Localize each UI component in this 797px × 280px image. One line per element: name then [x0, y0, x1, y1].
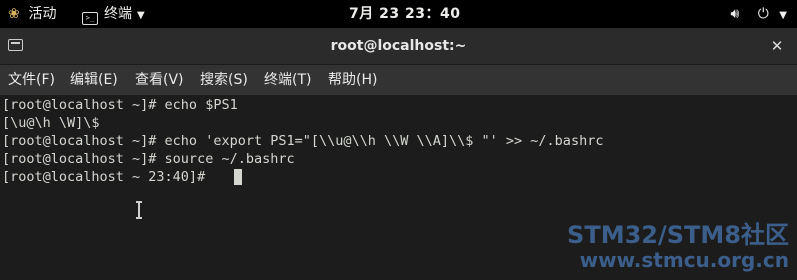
menu-bar: 文件(F) 编辑(E) 查看(V) 搜索(S) 终端(T) 帮助(H) [0, 65, 797, 95]
gnome-foot-icon: ❀ [8, 6, 20, 22]
terminal-line: [\u@\h \W]\$ [2, 115, 100, 131]
volume-icon: 🔊︎ [730, 6, 740, 22]
terminal-line: [root@localhost ~]# echo $PS1 [2, 97, 238, 113]
menu-edit[interactable]: 编辑(E) [70, 65, 118, 95]
dropdown-icon: ▼ [779, 10, 787, 21]
chevron-down-icon: ▼ [137, 10, 145, 21]
status-menu[interactable]: 🔊︎ ⏻ ▼ [716, 0, 787, 28]
activities-button[interactable]: ❀ 活动 [8, 0, 56, 28]
close-window-button[interactable]: ✕ [767, 36, 787, 56]
watermark: STM32/STM8社区 www.stmcu.org.cn [567, 222, 789, 272]
terminal-line: [root@localhost ~]# echo 'export PS1="[\… [2, 133, 604, 149]
mouse-ibeam-icon [136, 201, 142, 219]
menu-file[interactable]: 文件(F) [8, 65, 55, 95]
watermark-title: STM32/STM8社区 [567, 221, 789, 249]
power-icon: ⏻ [757, 6, 769, 22]
menu-view[interactable]: 查看(V) [135, 65, 184, 95]
app-menu-label: 终端 [104, 6, 132, 22]
menu-help[interactable]: 帮助(H) [328, 65, 377, 95]
app-menu-button[interactable]: >_ 终端 ▼ [82, 0, 145, 28]
terminal-prompt-line: [root@localhost ~ 23:40]# [2, 169, 214, 185]
window-header-bar: root@localhost:~ ✕ [0, 28, 797, 65]
terminal-line: [root@localhost ~]# source ~/.bashrc [2, 151, 295, 167]
clock[interactable]: 7月 23 23：40 [349, 0, 460, 28]
watermark-url: www.stmcu.org.cn [579, 248, 789, 272]
new-tab-icon[interactable] [8, 39, 23, 51]
menu-search[interactable]: 搜索(S) [200, 65, 248, 95]
window-title: root@localhost:~ [330, 38, 467, 54]
terminal-icon: >_ [82, 12, 98, 25]
close-icon: ✕ [770, 37, 784, 55]
gnome-top-bar: ❀ 活动 >_ 终端 ▼ 7月 23 23：40 🔊︎ ⏻ ▼ [0, 0, 797, 28]
text-cursor [234, 169, 242, 185]
activities-label: 活动 [28, 6, 57, 22]
menu-terminal[interactable]: 终端(T) [264, 65, 311, 95]
